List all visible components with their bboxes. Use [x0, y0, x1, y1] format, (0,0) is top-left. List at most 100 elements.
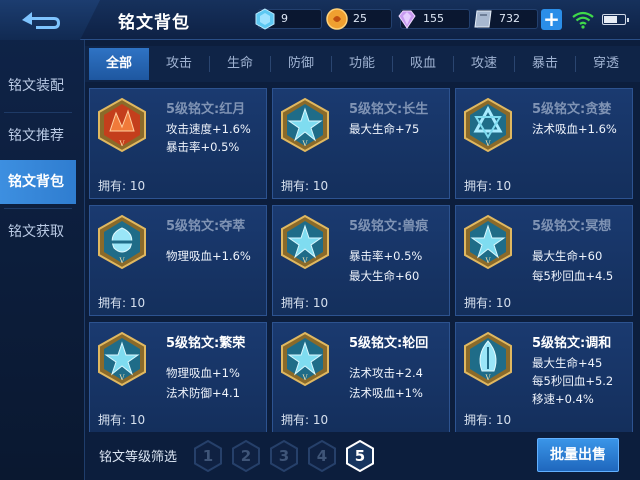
level-filter-1[interactable]: 1 [193, 440, 223, 472]
inscription-stat: 每5秒回血+5.2 [532, 374, 614, 388]
tab-critical[interactable]: 暴击 [515, 48, 575, 80]
sidebar-divider [4, 112, 72, 113]
prosperity-icon: V [98, 331, 146, 387]
owned-count: 拥有: 10 [464, 296, 512, 310]
sidebar-item-recommend[interactable]: 铭文推荐 [0, 114, 76, 158]
inscription-name: 5级铭文:贪婪 [532, 102, 612, 117]
sidebar-item-backpack[interactable]: 铭文背包 [0, 160, 76, 204]
inscription-screen: 铭文背包 9 25 155 732 + 铭文装配 铭文推荐 铭文背包 铭文获取 … [0, 0, 640, 480]
tab-attack[interactable]: 攻击 [149, 48, 209, 80]
svg-text:V: V [301, 140, 308, 148]
tab-utility[interactable]: 功能 [332, 48, 392, 80]
coin-icon [326, 8, 348, 30]
batch-sell-button[interactable]: 批量出售 [537, 438, 619, 472]
sidebar-item-equip[interactable]: 铭文装配 [0, 64, 76, 108]
inscription-name: 5级铭文:红月 [166, 102, 246, 117]
inscription-stat: 物理吸血+1% [166, 366, 240, 380]
inscription-name: 5级铭文:长生 [349, 102, 429, 117]
inscription-card-harmony[interactable]: V 5级铭文:调和 最大生命+45 每5秒回血+5.2 移速+0.4% 拥有: … [455, 322, 633, 433]
level-filter-3[interactable]: 3 [269, 440, 299, 472]
svg-text:V: V [118, 257, 125, 265]
owned-count: 拥有: 10 [98, 179, 146, 193]
ticket-icon [474, 10, 492, 28]
wifi-icon [572, 11, 594, 29]
inscription-card-red-moon[interactable]: V 5级铭文:红月 攻击速度+1.6% 暴击率+0.5% 拥有: 10 [89, 88, 267, 199]
inscription-stat: 法术防御+4.1 [166, 386, 240, 400]
inscription-stat: 移速+0.4% [532, 392, 594, 406]
owned-count: 拥有: 10 [281, 296, 329, 310]
inscription-name: 5级铭文:夺萃 [166, 219, 246, 234]
inscription-stat: 每5秒回血+4.5 [532, 269, 614, 283]
level-number: 2 [240, 447, 252, 465]
diamond-icon [255, 8, 275, 30]
inscription-name: 5级铭文:轮回 [349, 336, 429, 351]
inscription-stat: 最大生命+60 [349, 269, 420, 283]
inscription-card-greed[interactable]: V 5级铭文:贪婪 法术吸血+1.6% 拥有: 10 [455, 88, 633, 199]
inscription-card-prosperity[interactable]: V 5级铭文:繁荣 物理吸血+1% 法术防御+4.1 拥有: 10 [89, 322, 267, 433]
back-button[interactable] [0, 0, 100, 40]
inscription-name: 5级铭文:兽痕 [349, 219, 429, 234]
inscription-stat: 最大生命+75 [349, 122, 420, 136]
inscription-name: 5级铭文:繁荣 [166, 336, 246, 351]
reincarnation-icon: V [281, 331, 329, 387]
svg-text:V: V [118, 140, 125, 148]
tab-penetration[interactable]: 穿透 [576, 48, 636, 80]
level-filter-5[interactable]: 5 [345, 440, 375, 472]
svg-text:V: V [301, 374, 308, 382]
inscription-stat: 攻击速度+1.6% [166, 122, 251, 136]
greed-icon: V [464, 97, 512, 153]
inscription-stat: 暴击率+0.5% [349, 249, 423, 263]
ticket-counter: 732 [474, 9, 538, 29]
svg-text:V: V [484, 140, 491, 148]
inscription-card-beast-mark[interactable]: V 5级铭文:兽痕 暴击率+0.5% 最大生命+60 拥有: 10 [272, 205, 450, 316]
owned-count: 拥有: 10 [98, 296, 146, 310]
inscription-stat: 物理吸血+1.6% [166, 249, 251, 263]
sidebar-divider [4, 208, 72, 209]
owned-count: 拥有: 10 [281, 413, 329, 427]
svg-text:V: V [484, 374, 491, 382]
meditation-icon: V [464, 214, 512, 270]
inscription-stat: 法术吸血+1% [349, 386, 423, 400]
owned-count: 拥有: 10 [281, 179, 329, 193]
tab-defense[interactable]: 防御 [271, 48, 331, 80]
tab-all[interactable]: 全部 [89, 48, 149, 80]
tab-lifesteal[interactable]: 吸血 [393, 48, 453, 80]
owned-count: 拥有: 10 [98, 413, 146, 427]
inscription-name: 5级铭文:冥想 [532, 219, 612, 234]
gem-icon [398, 10, 416, 29]
inscription-card-meditation[interactable]: V 5级铭文:冥想 最大生命+60 每5秒回血+4.5 拥有: 10 [455, 205, 633, 316]
inscription-card-reincarnation[interactable]: V 5级铭文:轮回 法术攻击+2.4 法术吸血+1% 拥有: 10 [272, 322, 450, 433]
level-filter-4[interactable]: 4 [307, 440, 337, 472]
level-number: 3 [278, 447, 290, 465]
category-tabs: 全部 攻击 生命 防御 功能 吸血 攻速 暴击 穿透 [85, 46, 640, 82]
inscription-stat: 法术吸血+1.6% [532, 122, 617, 136]
level-number: 4 [316, 447, 328, 465]
top-bar: 铭文背包 9 25 155 732 + [0, 0, 640, 40]
longevity-icon: V [281, 97, 329, 153]
plunder-icon: V [98, 214, 146, 270]
page-title: 铭文背包 [118, 13, 190, 33]
bottom-bar: 铭文等级筛选 1 2 3 4 5 批量出售 [85, 432, 640, 480]
level-number: 1 [202, 447, 214, 465]
inscription-name: 5级铭文:调和 [532, 336, 612, 351]
tab-health[interactable]: 生命 [210, 48, 270, 80]
inscription-card-plunder[interactable]: V 5级铭文:夺萃 物理吸血+1.6% 拥有: 10 [89, 205, 267, 316]
inscription-stat: 最大生命+45 [532, 356, 603, 370]
red-moon-icon: V [98, 97, 146, 153]
coin-counter: 25 [326, 8, 392, 30]
inscription-stat: 最大生命+60 [532, 249, 603, 263]
owned-count: 拥有: 10 [464, 413, 512, 427]
tab-attack-speed[interactable]: 攻速 [454, 48, 514, 80]
diamond-counter: 9 [255, 8, 322, 30]
harmony-icon: V [464, 331, 512, 387]
beast-mark-icon: V [281, 214, 329, 270]
inscription-stat: 法术攻击+2.4 [349, 366, 423, 380]
level-number: 5 [354, 447, 366, 465]
battery-icon [602, 14, 629, 25]
sidebar-item-obtain[interactable]: 铭文获取 [0, 210, 76, 254]
inscription-card-longevity[interactable]: V 5级铭文:长生 最大生命+75 拥有: 10 [272, 88, 450, 199]
gem-counter: 155 [398, 9, 470, 29]
svg-text:V: V [118, 374, 125, 382]
add-currency-button[interactable]: + [541, 9, 562, 30]
level-filter-2[interactable]: 2 [231, 440, 261, 472]
